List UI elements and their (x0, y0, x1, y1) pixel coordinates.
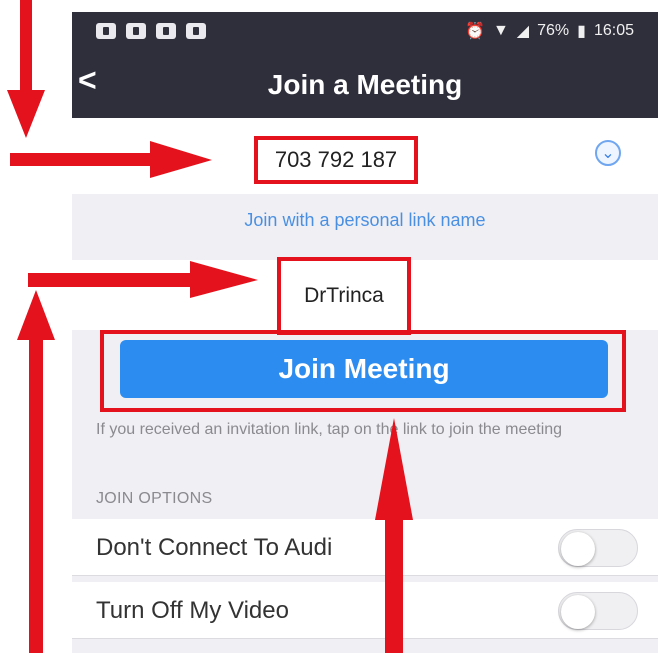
signal-icon: ◢ (516, 23, 530, 40)
alarm-icon: ⏰ (465, 23, 485, 40)
battery-icon: ▮ (577, 23, 586, 40)
display-name-row[interactable]: DrTrinca (72, 257, 658, 335)
image-icon (186, 23, 206, 39)
invitation-info-text: If you received an invitation link, tap … (96, 421, 563, 438)
clock: 16:05 (593, 22, 634, 39)
meeting-id-row[interactable]: 703 792 187 (72, 118, 658, 194)
notification-icon (126, 23, 146, 39)
display-name-input[interactable]: DrTrinca (277, 257, 411, 335)
join-options-header: JOIN OPTIONS (96, 490, 213, 507)
video-toggle[interactable] (558, 592, 638, 630)
status-indicators: ⏰ ▼ ◢ 76% ▮ 16:05 (465, 21, 634, 41)
audio-toggle[interactable] (558, 529, 638, 567)
status-bar: ⏰ ▼ ◢ 76% ▮ 16:05 (72, 12, 658, 50)
phone-screen: ⏰ ▼ ◢ 76% ▮ 16:05 < Join a Meeting 703 7… (72, 12, 658, 653)
personal-link-name-link[interactable]: Join with a personal link name (72, 210, 658, 231)
chevron-down-icon[interactable]: ⌄ (595, 140, 621, 166)
toggle-knob (561, 532, 595, 566)
battery-percent: 76% (537, 22, 570, 39)
arrow-up-left (17, 290, 55, 653)
arrow-down-left (7, 0, 45, 138)
nav-bar: < Join a Meeting (72, 50, 658, 118)
notification-icons (96, 23, 206, 39)
option-label-audio: Don't Connect To Audi (96, 534, 333, 561)
option-row-audio: Don't Connect To Audi (72, 519, 658, 576)
option-label-video: Turn Off My Video (96, 597, 289, 624)
join-meeting-button[interactable]: Join Meeting (120, 340, 608, 398)
option-row-video: Turn Off My Video (72, 582, 658, 639)
wifi-icon: ▼ (492, 22, 509, 39)
page-title: Join a Meeting (267, 69, 463, 100)
notification-icon (156, 23, 176, 39)
notification-icon (96, 23, 116, 39)
toggle-knob (561, 595, 595, 629)
meeting-id-input[interactable]: 703 792 187 (254, 136, 418, 184)
